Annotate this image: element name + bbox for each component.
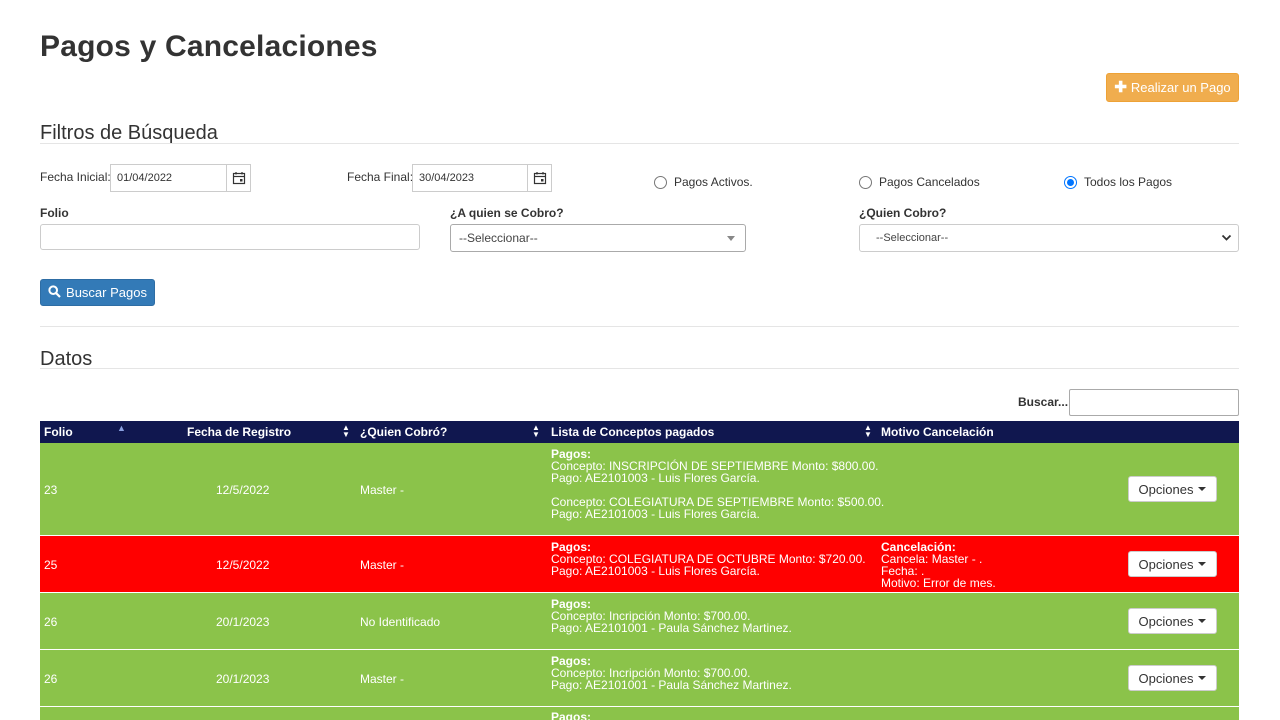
quien-label: ¿Quien Cobro?: [859, 206, 947, 220]
calendar-icon[interactable]: [226, 164, 251, 192]
row-quien: No Identificado: [360, 615, 441, 629]
quien-select[interactable]: --Seleccionar--: [859, 224, 1239, 252]
row-conceptos: Pagos: Concepto: INSCRIPCIÓN DE SEPTIEMB…: [551, 448, 884, 520]
opciones-label: Opciones: [1138, 670, 1194, 686]
radio-button[interactable]: [859, 175, 872, 189]
caret-down-icon: [1198, 619, 1207, 623]
row-folio: 26: [44, 672, 58, 686]
realizar-pago-button[interactable]: ✚ Realizar un Pago: [1106, 73, 1239, 102]
radio-label: Pagos Activos.: [674, 175, 753, 189]
radio-button[interactable]: [654, 175, 667, 189]
radio-label: Todos los Pagos: [1084, 175, 1173, 189]
concept-line: Pago: AE2101003 - Luis Flores García.: [551, 564, 760, 578]
row-cancelacion: Cancelación: Cancela: Master - . Fecha: …: [881, 541, 996, 589]
table-row: 26 20/1/2023 No Identificado Pagos: Conc…: [40, 593, 1239, 650]
row-folio: 25: [44, 558, 58, 572]
concept-line: Pago: AE2101001 - Paula Sánchez Martinez…: [551, 621, 792, 635]
fecha-inicial-group: 01/04/2022: [110, 164, 251, 192]
radio-label: Pagos Cancelados: [879, 175, 980, 189]
fecha-inicial-input[interactable]: 01/04/2022: [110, 164, 226, 192]
fecha-inicial-label: Fecha Inicial:: [40, 170, 111, 184]
opciones-button[interactable]: Opciones: [1128, 551, 1217, 577]
a-quien-select[interactable]: --Seleccionar--: [450, 224, 746, 252]
opciones-button[interactable]: Opciones: [1128, 476, 1217, 502]
quien-value: --Seleccionar--: [876, 232, 949, 244]
table-header: Folio ▲ Fecha de Registro ▲ ▼ ¿Quien Cobr…: [40, 421, 1239, 443]
pagos-title: Pagos:: [551, 710, 592, 720]
row-fecha: 20/1/2023: [216, 615, 270, 629]
table-row: Pagos:: [40, 707, 1239, 720]
row-conceptos: Pagos: Concepto: Incripción Monto: $700.…: [551, 655, 792, 691]
buscar-pagos-button[interactable]: Buscar Pagos: [40, 279, 155, 306]
row-quien: Master -: [360, 483, 405, 497]
radio-pagos-activos[interactable]: Pagos Activos.: [654, 175, 753, 189]
payments-table: Folio ▲ Fecha de Registro ▲ ▼ ¿Quien Cobr…: [40, 421, 1239, 720]
concept-line: Pago: AE2101003 - Luis Flores García.: [551, 471, 760, 485]
row-conceptos: Pagos: Concepto: COLEGIATURA DE OCTUBRE …: [551, 541, 866, 577]
row-conceptos: Pagos:: [551, 711, 591, 720]
chevron-down-icon: [1221, 232, 1232, 246]
col-folio[interactable]: Folio: [44, 425, 73, 439]
a-quien-value: --Seleccionar--: [459, 231, 538, 245]
fecha-final-group: 30/04/2023: [412, 164, 552, 192]
row-conceptos: Pagos: Concepto: Incripción Monto: $700.…: [551, 598, 792, 634]
row-quien: Master -: [360, 672, 405, 686]
dropdown-arrow-icon: [727, 236, 735, 241]
a-quien-label: ¿A quien se Cobro?: [450, 206, 564, 220]
calendar-icon[interactable]: [527, 164, 552, 192]
opciones-button[interactable]: Opciones: [1128, 665, 1217, 691]
sort-icon[interactable]: ▲ ▼: [342, 424, 350, 439]
realizar-pago-label: Realizar un Pago: [1130, 80, 1231, 95]
caret-down-icon: [1198, 676, 1207, 680]
concept-line: Pago: AE2101003 - Luis Flores García.: [551, 507, 760, 521]
fecha-final-input[interactable]: 30/04/2023: [412, 164, 527, 192]
row-folio: 26: [44, 615, 58, 629]
row-fecha: 12/5/2022: [216, 483, 270, 497]
divider: [40, 368, 1239, 369]
concept-line: Pago: AE2101001 - Paula Sánchez Martinez…: [551, 678, 792, 692]
radio-todos-pagos[interactable]: Todos los Pagos: [1064, 175, 1172, 189]
table-row: 26 20/1/2023 Master - Pagos: Concepto: I…: [40, 650, 1239, 707]
radio-pagos-cancelados[interactable]: Pagos Cancelados: [859, 175, 980, 189]
opciones-label: Opciones: [1138, 556, 1194, 572]
row-quien: Master -: [360, 558, 405, 572]
caret-down-icon: [1198, 562, 1207, 566]
table-search-label: Buscar...: [1018, 395, 1069, 409]
row-fecha: 12/5/2022: [216, 558, 270, 572]
opciones-label: Opciones: [1138, 613, 1194, 629]
fecha-final-label: Fecha Final:: [347, 170, 414, 184]
table-search-input[interactable]: [1069, 389, 1239, 416]
table-row: 23 12/5/2022 Master - Pagos: Concepto: I…: [40, 443, 1239, 536]
col-fecha[interactable]: Fecha de Registro: [187, 425, 291, 439]
plus-icon: ✚: [1114, 79, 1127, 96]
sort-icon[interactable]: ▲ ▼: [864, 424, 872, 439]
filters-title: Filtros de Búsqueda: [40, 122, 218, 144]
col-conceptos[interactable]: Lista de Conceptos pagados: [551, 425, 714, 439]
sort-icon[interactable]: ▲ ▼: [532, 424, 540, 439]
opciones-label: Opciones: [1138, 481, 1194, 497]
row-fecha: 20/1/2023: [216, 672, 270, 686]
opciones-button[interactable]: Opciones: [1128, 608, 1217, 634]
caret-down-icon: [1198, 487, 1207, 491]
cancel-line: Motivo: Error de mes.: [881, 576, 996, 590]
page-title: Pagos y Cancelaciones: [40, 30, 378, 63]
buscar-pagos-label: Buscar Pagos: [66, 285, 147, 300]
sort-asc-icon[interactable]: ▲: [117, 423, 126, 433]
divider: [40, 326, 1239, 327]
col-motivo[interactable]: Motivo Cancelación: [881, 425, 994, 439]
row-folio: 23: [44, 483, 58, 497]
search-icon: [48, 284, 61, 301]
col-quien[interactable]: ¿Quien Cobró?: [360, 425, 447, 439]
folio-label: Folio: [40, 206, 69, 220]
radio-button[interactable]: [1064, 175, 1077, 189]
divider: [40, 143, 1239, 144]
table-row: 25 12/5/2022 Master - Pagos: Concepto: C…: [40, 536, 1239, 593]
folio-input[interactable]: [40, 224, 420, 250]
